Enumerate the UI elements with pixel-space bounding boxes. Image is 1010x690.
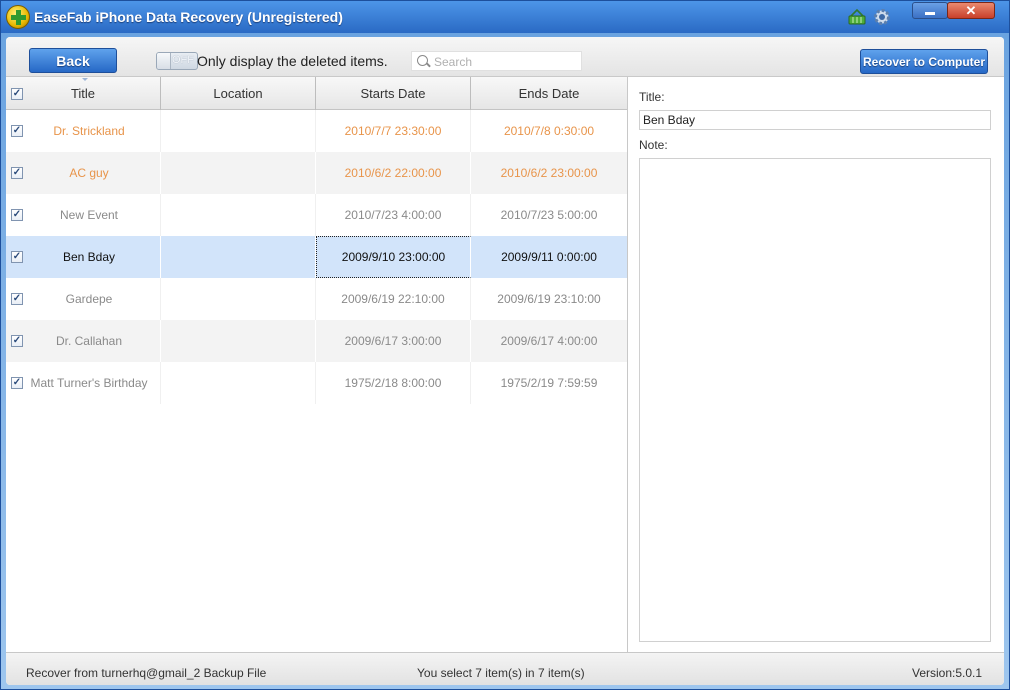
sort-indicator-icon [82, 78, 88, 81]
gear-icon[interactable] [871, 6, 893, 28]
detail-pane: Title: Ben Bday Note: [629, 77, 1004, 652]
cell-ends-date: 2010/7/23 5:00:00 [500, 208, 598, 222]
cell-location [161, 320, 316, 362]
search-input[interactable] [434, 54, 579, 69]
status-version: Version:5.0.1 [912, 666, 983, 680]
table-row[interactable]: ✓ Matt Turner's Birthday 1975/2/18 8:00:00… [6, 362, 627, 404]
cell-title: AC guy [6, 152, 161, 194]
cell-starts-date: 2009/6/17 3:00:00 [316, 320, 471, 362]
cell-location [161, 152, 316, 194]
app-window: EaseFab iPhone Data Recovery (Unregister… [0, 0, 1010, 690]
cell-ends-date: 2010/7/8 0:30:00 [503, 124, 595, 138]
basket-icon[interactable] [846, 6, 868, 28]
toolbar: Back OFF Only display the deleted items.… [6, 37, 1004, 77]
cell-ends-date: 2009/6/19 23:10:00 [497, 292, 601, 306]
minimize-icon [925, 12, 935, 15]
cell-starts-date: 2010/7/7 23:30:00 [316, 110, 471, 152]
detail-title-label: Title: [639, 90, 665, 104]
cell-location [161, 278, 316, 320]
table-row[interactable]: ✓ Dr. Callahan 2009/6/17 3:00:00 2009/6/17 … [6, 320, 627, 362]
cell-title: Matt Turner's Birthday [6, 362, 161, 404]
search-box [411, 51, 582, 71]
toggle-state-label: OFF [172, 54, 194, 66]
cell-ends-date: 2010/6/2 23:00:00 [500, 166, 598, 180]
status-source: Recover from turnerhq@gmail_2 Backup Fil… [26, 666, 267, 680]
cell-title: Ben Bday [6, 236, 161, 278]
column-header-ends-date[interactable]: Ends Date [471, 77, 627, 110]
cell-title: New Event [6, 194, 161, 236]
cell-title: Dr. Callahan [6, 320, 161, 362]
cell-title: Dr. Strickland [6, 110, 161, 152]
minimize-button[interactable] [912, 2, 948, 19]
close-button[interactable]: ✕ [947, 2, 995, 19]
cell-starts-date: 2009/9/10 23:00:00 [316, 236, 471, 278]
detail-note-label: Note: [639, 138, 668, 152]
cell-location [161, 110, 316, 152]
app-logo-icon [6, 5, 30, 29]
recover-to-computer-button[interactable]: Recover to Computer [860, 49, 988, 74]
cell-ends-date: 2009/6/17 4:00:00 [500, 334, 598, 348]
title-bar[interactable]: EaseFab iPhone Data Recovery (Unregister… [1, 1, 1009, 33]
toggle-knob [157, 53, 171, 69]
status-bar: Recover from turnerhq@gmail_2 Backup Fil… [6, 652, 1004, 685]
cell-ends-date: 2009/9/11 0:00:00 [501, 250, 597, 264]
table-header: ✓ Title Location Starts Date Ends Date [6, 77, 627, 110]
window-title: EaseFab iPhone Data Recovery (Unregister… [34, 9, 343, 25]
table-row[interactable]: ✓ AC guy 2010/6/2 22:00:00 2010/6/2 23:00:0… [6, 152, 627, 194]
detail-title-field[interactable]: Ben Bday [639, 110, 991, 130]
cell-starts-date: 2010/6/2 22:00:00 [316, 152, 471, 194]
search-icon [417, 55, 428, 66]
cell-location [161, 236, 316, 278]
table-row[interactable]: ✓ Ben Bday 2009/9/10 23:00:00 2009/9/11 0:0… [6, 236, 627, 278]
cell-ends-date: 1975/2/19 7:59:59 [500, 376, 598, 390]
column-header-title[interactable]: Title [6, 77, 161, 110]
status-selection: You select 7 item(s) in 7 item(s) [417, 666, 585, 680]
back-button[interactable]: Back [29, 48, 117, 73]
table-row[interactable]: ✓ New Event 2010/7/23 4:00:00 2010/7/23 5:0… [6, 194, 627, 236]
cell-location [161, 362, 316, 404]
cell-location [161, 194, 316, 236]
column-header-starts-date[interactable]: Starts Date [316, 77, 471, 110]
deleted-only-label: Only display the deleted items. [197, 53, 388, 69]
table-row[interactable]: ✓ Dr. Strickland 2010/7/7 23:30:00 2010/7/8… [6, 110, 627, 152]
main-content: Back OFF Only display the deleted items.… [6, 37, 1004, 685]
cell-starts-date: 2009/6/19 22:10:00 [316, 278, 471, 320]
close-icon: ✕ [965, 2, 977, 18]
cell-starts-date: 2010/7/23 4:00:00 [316, 194, 471, 236]
deleted-only-toggle[interactable]: OFF [156, 52, 198, 70]
detail-note-field[interactable] [639, 158, 991, 642]
column-header-location[interactable]: Location [161, 77, 316, 110]
calendar-table: ✓ Title Location Starts Date Ends Date ✓… [6, 77, 628, 652]
cell-title: Gardepe [6, 278, 161, 320]
cell-starts-date: 1975/2/18 8:00:00 [316, 362, 471, 404]
table-row[interactable]: ✓ Gardepe 2009/6/19 22:10:00 2009/6/19 23:1… [6, 278, 627, 320]
